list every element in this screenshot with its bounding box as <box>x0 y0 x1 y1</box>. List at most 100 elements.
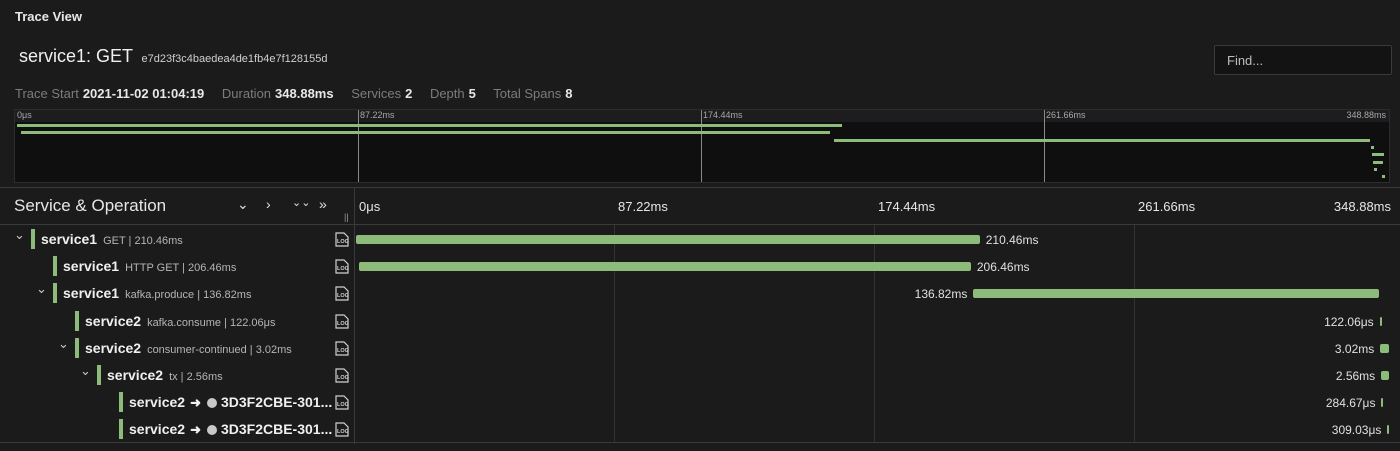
service-name: service2 <box>85 312 142 329</box>
service-name: service2 <box>129 394 186 411</box>
minimap-span-bar <box>1373 160 1384 164</box>
service-color-bar <box>119 419 123 440</box>
arrow-right-icon: ➜ <box>190 422 201 438</box>
total-spans-label: Total Spans <box>493 86 562 101</box>
span-name[interactable]: service1 GET | 210.46ms <box>41 231 183 247</box>
divider <box>0 187 1400 188</box>
span-duration-label: 309.03μs <box>1331 423 1382 438</box>
log-icon[interactable]: LOG <box>334 232 350 247</box>
span-name[interactable]: service2 kafka.consume | 122.06μs <box>85 313 276 329</box>
duration-value: 348.88ms <box>275 86 334 101</box>
service-name: service2 <box>129 421 186 438</box>
span-row[interactable]: service2 kafka.consume | 122.06μs LOG 122.0… <box>0 308 1400 335</box>
span-bar[interactable] <box>1381 371 1389 380</box>
depth-label: Depth <box>429 86 465 101</box>
find-input[interactable] <box>1214 45 1392 75</box>
duration-label: Duration <box>221 86 272 101</box>
expand-all-icon[interactable]: » <box>319 196 327 212</box>
timeline-tick-label: 0μs <box>359 199 381 214</box>
timeline-tick-label: 261.66ms <box>1138 199 1196 214</box>
log-icon[interactable]: LOG <box>334 395 350 410</box>
svg-text:LOG: LOG <box>337 239 349 245</box>
column-resize-grip[interactable]: || <box>344 212 349 222</box>
span-row[interactable]: ⌄ service2 tx | 2.56ms LOG 2.56ms <box>0 362 1400 389</box>
operation-name: kafka.produce | 136.82ms <box>125 289 252 302</box>
operation-name: tx | 2.56ms <box>169 371 223 383</box>
span-bar[interactable] <box>973 289 1379 299</box>
span-row[interactable]: service1 HTTP GET | 206.46ms LOG 206.46ms <box>0 253 1400 280</box>
span-name[interactable]: service2 ➜ 3D3F2CBE-301... <box>129 394 332 411</box>
log-icon[interactable]: LOG <box>334 422 350 437</box>
svg-text:LOG: LOG <box>337 266 349 272</box>
trace-meta: Trace Start 2021-11-02 01:04:19 Duration 3… <box>15 86 586 101</box>
log-icon[interactable]: LOG <box>334 341 350 356</box>
span-duration-label: 3.02ms <box>1334 341 1375 356</box>
span-bar[interactable] <box>1379 316 1382 326</box>
minimap-ruler <box>15 110 1389 122</box>
span-name[interactable]: service2 tx | 2.56ms <box>107 367 223 383</box>
span-row[interactable]: ⌄ service1 kafka.produce | 136.82ms LOG 136.… <box>0 280 1400 307</box>
minimap-span-bar <box>833 138 1371 142</box>
minimap-span-bar <box>1373 167 1377 171</box>
expand-one-icon[interactable]: › <box>266 196 271 212</box>
minimap-tick-label: 261.66ms <box>1046 110 1086 120</box>
span-name[interactable]: service2 ➜ 3D3F2CBE-301... <box>129 421 332 438</box>
timeline-tick-label: 87.22ms <box>618 199 668 214</box>
log-icon[interactable]: LOG <box>334 368 350 383</box>
minimap-tick-label: 87.22ms <box>360 110 395 120</box>
collapse-all-icon[interactable]: ⌄⌄ <box>292 198 310 209</box>
span-row[interactable]: service2 ➜ 3D3F2CBE-301... LOG 284.67μs <box>0 389 1400 416</box>
span-name[interactable]: service1 HTTP GET | 206.46ms <box>63 258 236 274</box>
collapse-toggle-icon[interactable]: ⌄ <box>80 363 91 379</box>
svg-text:LOG: LOG <box>337 375 349 381</box>
minimap-span-bar <box>20 131 831 135</box>
span-bar[interactable] <box>358 262 971 272</box>
service-color-bar <box>97 365 101 385</box>
span-name[interactable]: service1 kafka.produce | 136.82ms <box>63 285 251 301</box>
service-name: service1 <box>63 285 120 302</box>
divider <box>0 442 1400 443</box>
service-color-bar <box>31 229 35 249</box>
minimap-tick-label: 348.88ms <box>1346 110 1386 120</box>
span-duration-label: 206.46ms <box>976 260 1030 275</box>
svg-text:LOG: LOG <box>337 348 349 354</box>
span-row[interactable]: ⌄ service1 GET | 210.46ms LOG 210.46ms <box>0 226 1400 253</box>
log-icon[interactable]: LOG <box>334 313 350 329</box>
span-row[interactable]: service2 ➜ 3D3F2CBE-301... LOG 309.03μs <box>0 416 1400 443</box>
collapse-toggle-icon[interactable]: ⌄ <box>14 227 25 243</box>
operation-name: GET | 210.46ms <box>103 235 183 247</box>
span-bar[interactable] <box>1387 425 1390 435</box>
peer-dot-icon <box>206 425 217 436</box>
services-value: 2 <box>405 86 413 101</box>
span-duration-label: 122.06μs <box>1324 314 1374 329</box>
collapse-toggle-icon[interactable]: ⌄ <box>36 281 47 297</box>
collapse-toggle-icon[interactable]: ⌄ <box>58 336 69 352</box>
minimap-span-bar <box>1381 175 1385 179</box>
span-name[interactable]: service2 consumer-continued | 3.02ms <box>85 340 292 356</box>
log-icon[interactable]: LOG <box>334 286 350 301</box>
trace-name: service1: GET <box>19 46 134 66</box>
minimap-grid-line <box>358 110 359 182</box>
service-color-bar <box>75 337 79 358</box>
span-bar[interactable] <box>1380 343 1390 353</box>
service-color-bar <box>53 256 57 277</box>
span-bar[interactable] <box>356 235 980 244</box>
collapse-one-icon[interactable]: ⌄ <box>237 196 249 213</box>
minimap-grid-line <box>1044 110 1045 182</box>
svg-text:LOG: LOG <box>337 429 349 435</box>
trace-start-value: 2021-11-02 01:04:19 <box>82 86 205 101</box>
log-icon[interactable]: LOG <box>334 259 350 274</box>
span-duration-label: 2.56ms <box>1335 369 1376 383</box>
service-color-bar <box>119 392 123 413</box>
trace-id: e7d23f3c4baedea4de1fb4e7f128155d <box>141 53 328 65</box>
span-bar[interactable] <box>1381 398 1384 408</box>
arrow-right-icon: ➜ <box>190 395 201 411</box>
app-title: Trace View <box>15 9 82 24</box>
peer-dot-icon <box>206 398 217 409</box>
minimap-span-bar <box>1372 153 1384 157</box>
trace-minimap[interactable]: 0μs 87.22ms 174.44ms 261.66ms 348.88ms <box>14 109 1390 183</box>
svg-text:LOG: LOG <box>337 293 349 299</box>
peer-name: 3D3F2CBE-301... <box>220 394 333 411</box>
service-name: service2 <box>107 367 164 383</box>
span-row[interactable]: ⌄ service2 consumer-continued | 3.02ms LOG 3… <box>0 335 1400 362</box>
